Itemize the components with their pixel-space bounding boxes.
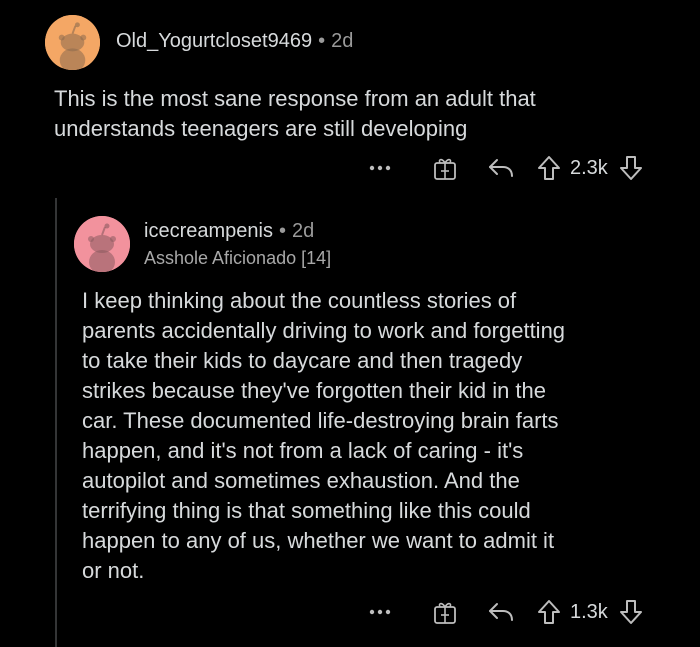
user-flair: Asshole Aficionado [14] — [144, 248, 332, 268]
comment-body: This is the most sane response from an a… — [54, 84, 674, 144]
comment-line: to take their kids to daycare and then t… — [82, 348, 523, 373]
comment-line: parents accidentally driving to work and… — [82, 318, 566, 343]
comment-meta: icecreampenis • 2d — [144, 220, 314, 243]
reply-icon — [489, 603, 513, 621]
upvote-icon — [538, 600, 560, 624]
thread-line[interactable] — [55, 198, 57, 647]
avatar[interactable] — [45, 15, 100, 70]
more-options-button[interactable] — [360, 165, 400, 171]
comment-line: This is the most sane response from an a… — [54, 86, 536, 111]
upvote-icon — [538, 156, 560, 180]
comment-line: strikes because they've forgotten their … — [82, 378, 547, 403]
more-icon — [369, 609, 391, 615]
comment-line: happen to any of us, whether we want to … — [82, 528, 555, 553]
snoo-avatar-icon — [45, 15, 100, 70]
comment-line: autopilot and sometimes exhaustion. And … — [82, 468, 520, 493]
award-icon — [434, 158, 456, 180]
comment-actions: 1.3k — [360, 594, 646, 630]
upvote-button[interactable] — [534, 155, 564, 181]
snoo-avatar-icon — [74, 216, 130, 272]
comment-line: I keep thinking about the countless stor… — [82, 288, 517, 313]
comment-line: car. These documented life-destroying br… — [82, 408, 559, 433]
comment-meta: Old_Yogurtcloset9469 • 2d — [116, 30, 353, 53]
comment-age: 2d — [291, 220, 315, 242]
downvote-icon — [619, 156, 642, 180]
comment-line: terrifying thing is that something like … — [82, 498, 531, 523]
reply-button[interactable] — [484, 157, 518, 179]
award-icon — [434, 602, 456, 624]
avatar[interactable] — [74, 216, 130, 272]
award-button[interactable] — [428, 599, 462, 625]
separator-dot: • — [278, 220, 286, 242]
username[interactable]: Old_Yogurtcloset9469 — [116, 30, 312, 52]
comment-age: 2d — [331, 30, 354, 52]
separator-dot: • — [318, 30, 326, 52]
comment-actions: 2.3k — [360, 150, 646, 186]
award-button[interactable] — [428, 155, 462, 181]
comment-line: understands teenagers are still developi… — [54, 116, 468, 141]
downvote-button[interactable] — [616, 599, 646, 625]
comment-body: I keep thinking about the countless stor… — [82, 286, 682, 586]
reply-button[interactable] — [484, 601, 518, 623]
downvote-button[interactable] — [616, 155, 646, 181]
more-options-button[interactable] — [360, 609, 400, 615]
more-icon — [369, 165, 391, 171]
downvote-icon — [619, 600, 642, 624]
upvote-button[interactable] — [534, 599, 564, 625]
vote-score: 2.3k — [570, 156, 608, 179]
vote-score: 1.3k — [570, 600, 608, 623]
username[interactable]: icecreampenis — [144, 220, 273, 242]
comment-line: or not. — [82, 558, 145, 583]
reply-icon — [489, 159, 513, 177]
comment-line: happen, and it's not from a lack of cari… — [82, 438, 524, 463]
